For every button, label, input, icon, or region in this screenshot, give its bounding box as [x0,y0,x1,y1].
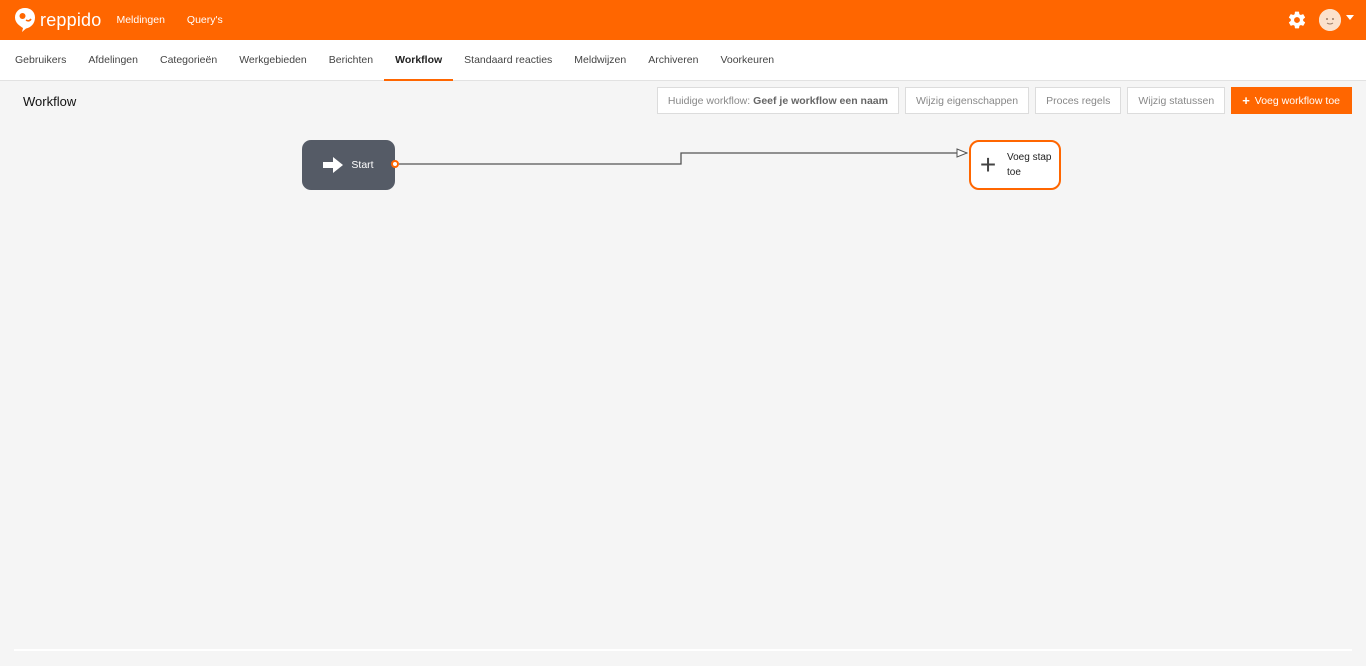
workflow-panel: Start + Voeg stap toe Workflow Huidige w… [14,81,1352,649]
tab-gebruikers[interactable]: Gebruikers [0,40,77,80]
page-title: Workflow [23,94,77,109]
add-workflow-label: Voeg workflow toe [1254,94,1340,107]
tab-werkgebieden[interactable]: Werkgebieden [228,40,318,80]
start-node-port[interactable] [391,160,399,168]
current-workflow-button[interactable]: Huidige workflow: Geef je workflow een n… [656,87,899,114]
avatar[interactable] [1319,9,1341,31]
workflow-toolbar: Huidige workflow: Geef je workflow een n… [651,87,1352,114]
add-workflow-button[interactable]: + Voeg workflow toe [1231,87,1352,114]
tab-voorkeuren[interactable]: Voorkeuren [709,40,785,80]
top-bar: reppido Meldingen Query's [0,0,1366,40]
tab-meldwijzen[interactable]: Meldwijzen [563,40,637,80]
avatar-face-icon [1319,9,1341,31]
tab-archiveren[interactable]: Archiveren [637,40,709,80]
current-workflow-prefix: Huidige workflow: [667,94,751,107]
workflow-canvas[interactable]: Start + Voeg stap toe [14,81,1352,649]
edit-statuses-button[interactable]: Wijzig statussen [1127,87,1226,114]
process-rules-button[interactable]: Proces regels [1035,87,1122,114]
top-bar-right [1287,0,1354,40]
logo-text: reppido [40,9,102,30]
workflow-connector [399,81,1352,165]
edit-properties-button[interactable]: Wijzig eigenschappen [904,87,1030,114]
logo[interactable]: reppido [14,7,101,33]
tab-workflow[interactable]: Workflow [384,40,454,81]
tab-categorieen[interactable]: Categorieën [149,40,228,80]
tab-afdelingen[interactable]: Afdelingen [77,40,149,80]
panel-footer-divider [14,649,1352,651]
settings-tabs: Gebruikers Afdelingen Categorieën Werkge… [0,40,1366,81]
start-node[interactable]: Start [302,140,395,190]
arrow-right-icon [323,157,344,173]
chevron-down-icon[interactable] [1346,14,1354,20]
plus-icon: + [979,149,997,180]
top-nav: Meldingen Query's [116,14,244,26]
add-step-node[interactable]: + Voeg stap toe [969,140,1061,190]
gear-icon[interactable] [1287,10,1307,30]
add-step-label: Voeg stap toe [1007,152,1052,178]
top-nav-querys[interactable]: Query's [187,14,223,26]
top-nav-meldingen[interactable]: Meldingen [116,14,164,26]
current-workflow-name: Geef je workflow een naam [753,94,888,107]
tab-berichten[interactable]: Berichten [318,40,384,80]
plus-icon: + [1242,93,1250,108]
start-node-label: Start [351,159,374,171]
reppido-logo-icon [15,8,35,32]
tab-standaard-reacties[interactable]: Standaard reacties [453,40,563,80]
